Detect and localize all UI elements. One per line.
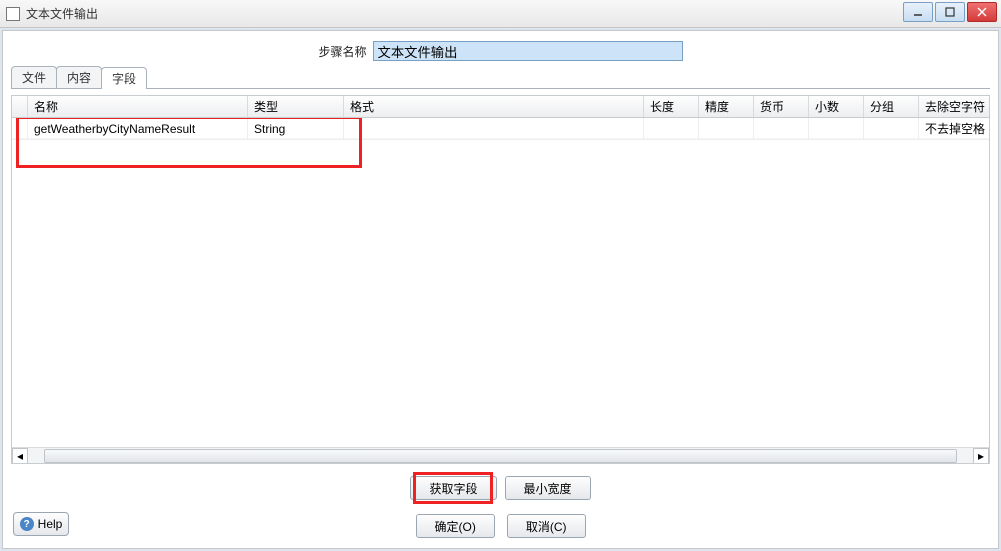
ok-button[interactable]: 确定(O) xyxy=(416,514,495,538)
fields-grid: 名称 类型 格式 长度 精度 货币 小数 分组 去除空字符 getWeather… xyxy=(11,95,990,464)
window-controls xyxy=(903,2,997,22)
tab-fields[interactable]: 字段 xyxy=(101,67,147,89)
tab-file[interactable]: 文件 xyxy=(11,66,57,88)
cell-decimal[interactable] xyxy=(809,118,864,139)
help-label: Help xyxy=(38,517,63,531)
scroll-left-icon[interactable]: ◂ xyxy=(12,448,28,464)
document-icon xyxy=(6,7,20,21)
horizontal-scrollbar[interactable]: ◂ ▸ xyxy=(12,447,989,463)
col-header-group[interactable]: 分组 xyxy=(864,96,919,117)
grid-body: getWeatherbyCityNameResult String 不去掉空格 xyxy=(12,118,989,447)
dialog-buttons-row: ? Help 确定(O) 取消(C) xyxy=(3,506,998,548)
col-header-format[interactable]: 格式 xyxy=(344,96,644,117)
row-number-cell xyxy=(12,118,28,139)
window-title: 文本文件输出 xyxy=(26,5,98,22)
tab-content[interactable]: 内容 xyxy=(56,66,102,88)
cell-currency[interactable] xyxy=(754,118,809,139)
step-name-row: 步骤名称 xyxy=(3,31,998,67)
help-icon: ? xyxy=(20,517,34,531)
cell-group[interactable] xyxy=(864,118,919,139)
cell-trim[interactable]: 不去掉空格 xyxy=(919,118,989,139)
action-buttons-row: 获取字段 最小宽度 xyxy=(3,468,998,506)
col-header-currency[interactable]: 货币 xyxy=(754,96,809,117)
close-button[interactable] xyxy=(967,2,997,22)
min-width-button[interactable]: 最小宽度 xyxy=(505,476,591,500)
cell-format[interactable] xyxy=(344,118,644,139)
minimize-button[interactable] xyxy=(903,2,933,22)
cell-precision[interactable] xyxy=(699,118,754,139)
cell-type[interactable]: String xyxy=(248,118,344,139)
scroll-right-icon[interactable]: ▸ xyxy=(973,448,989,464)
cancel-button[interactable]: 取消(C) xyxy=(507,514,586,538)
titlebar: 文本文件输出 xyxy=(0,0,1001,28)
dialog-content: 步骤名称 文件 内容 字段 名称 类型 格式 长度 精度 货币 小数 分组 去除… xyxy=(2,30,999,549)
table-row[interactable]: getWeatherbyCityNameResult String 不去掉空格 xyxy=(12,118,989,140)
col-header-trim[interactable]: 去除空字符 xyxy=(919,96,990,117)
tabs-bar: 文件 内容 字段 xyxy=(11,67,990,89)
step-name-input[interactable] xyxy=(373,41,683,61)
scroll-thumb[interactable] xyxy=(44,449,957,463)
col-header-length[interactable]: 长度 xyxy=(644,96,699,117)
help-button[interactable]: ? Help xyxy=(13,512,69,536)
col-header-decimal[interactable]: 小数 xyxy=(809,96,864,117)
grid-header: 名称 类型 格式 长度 精度 货币 小数 分组 去除空字符 xyxy=(12,96,989,118)
col-header-precision[interactable]: 精度 xyxy=(699,96,754,117)
get-fields-button[interactable]: 获取字段 xyxy=(410,476,496,500)
maximize-button[interactable] xyxy=(935,2,965,22)
cell-length[interactable] xyxy=(644,118,699,139)
cell-name[interactable]: getWeatherbyCityNameResult xyxy=(28,118,248,139)
row-number-header xyxy=(12,96,28,117)
step-name-label: 步骤名称 xyxy=(318,43,366,60)
col-header-type[interactable]: 类型 xyxy=(248,96,344,117)
col-header-name[interactable]: 名称 xyxy=(28,96,248,117)
